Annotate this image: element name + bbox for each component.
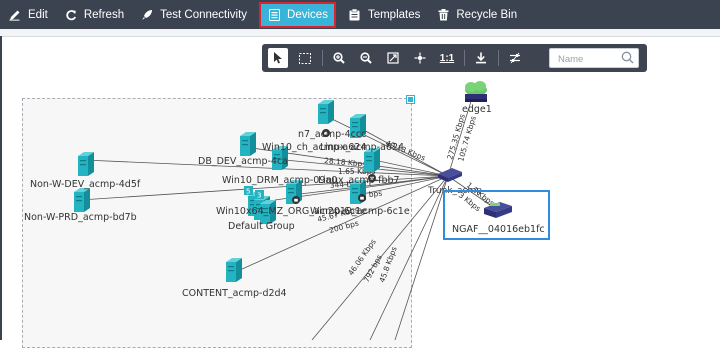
vm-node-db-dev[interactable]	[240, 132, 256, 156]
actual-size-button[interactable]: 1:1	[437, 48, 457, 68]
node-label-edge: edge1	[462, 104, 492, 115]
ngaf-selection-box	[443, 190, 550, 240]
node-label-n7: n7_acmp-4ccc	[298, 129, 366, 140]
vm-node-non-w-dev[interactable]	[78, 152, 94, 176]
node-label-db-dev: DB_DEV_acmp-4ca	[198, 156, 288, 167]
count-badge: 5	[246, 188, 250, 196]
node-label-win2019: Win2019_acmp-6c1e	[310, 206, 410, 217]
select-box-icon[interactable]	[295, 48, 315, 68]
node-label-non-w-prd: Non-W-PRD_acmp-bd7b	[24, 212, 137, 223]
zoom-in-icon[interactable]	[329, 48, 349, 68]
vm-node-n7[interactable]	[318, 100, 334, 124]
link-lines	[79, 97, 491, 340]
edge-cloud-node[interactable]	[465, 81, 487, 102]
layout-icon[interactable]	[410, 48, 430, 68]
zoom-out-icon[interactable]	[356, 48, 376, 68]
vm-node-non-w-prd[interactable]	[74, 188, 90, 212]
tool-separator	[498, 50, 499, 66]
vm-node-content[interactable]	[226, 258, 242, 282]
tool-separator	[322, 50, 323, 66]
node-search-input[interactable]	[556, 50, 624, 69]
node-label-content: CONTENT_acmp-d2d4	[182, 288, 287, 299]
speed-label: 45.8 Kbps	[377, 245, 398, 283]
node-label-non-w-dev: Non-W-DEV_acmp-4d5f	[30, 179, 141, 190]
filter-icon[interactable]	[505, 48, 525, 68]
count-badge: 3	[257, 192, 261, 200]
search-icon[interactable]	[621, 51, 634, 69]
fit-screen-icon[interactable]	[383, 48, 403, 68]
node-label-linux-fbb7: Linux_acmp-fbb7	[318, 175, 400, 186]
node-search-box	[549, 48, 639, 69]
node-label-default-group: Default Group	[228, 221, 295, 232]
download-icon[interactable]	[471, 48, 491, 68]
speed-label: 200 bps	[328, 218, 360, 235]
pointer-icon[interactable]	[268, 48, 288, 68]
tool-separator	[464, 50, 465, 66]
trunk-switch-node[interactable]	[438, 168, 462, 182]
node-label-linux-a624: Linux_acmp-a624	[320, 142, 404, 153]
